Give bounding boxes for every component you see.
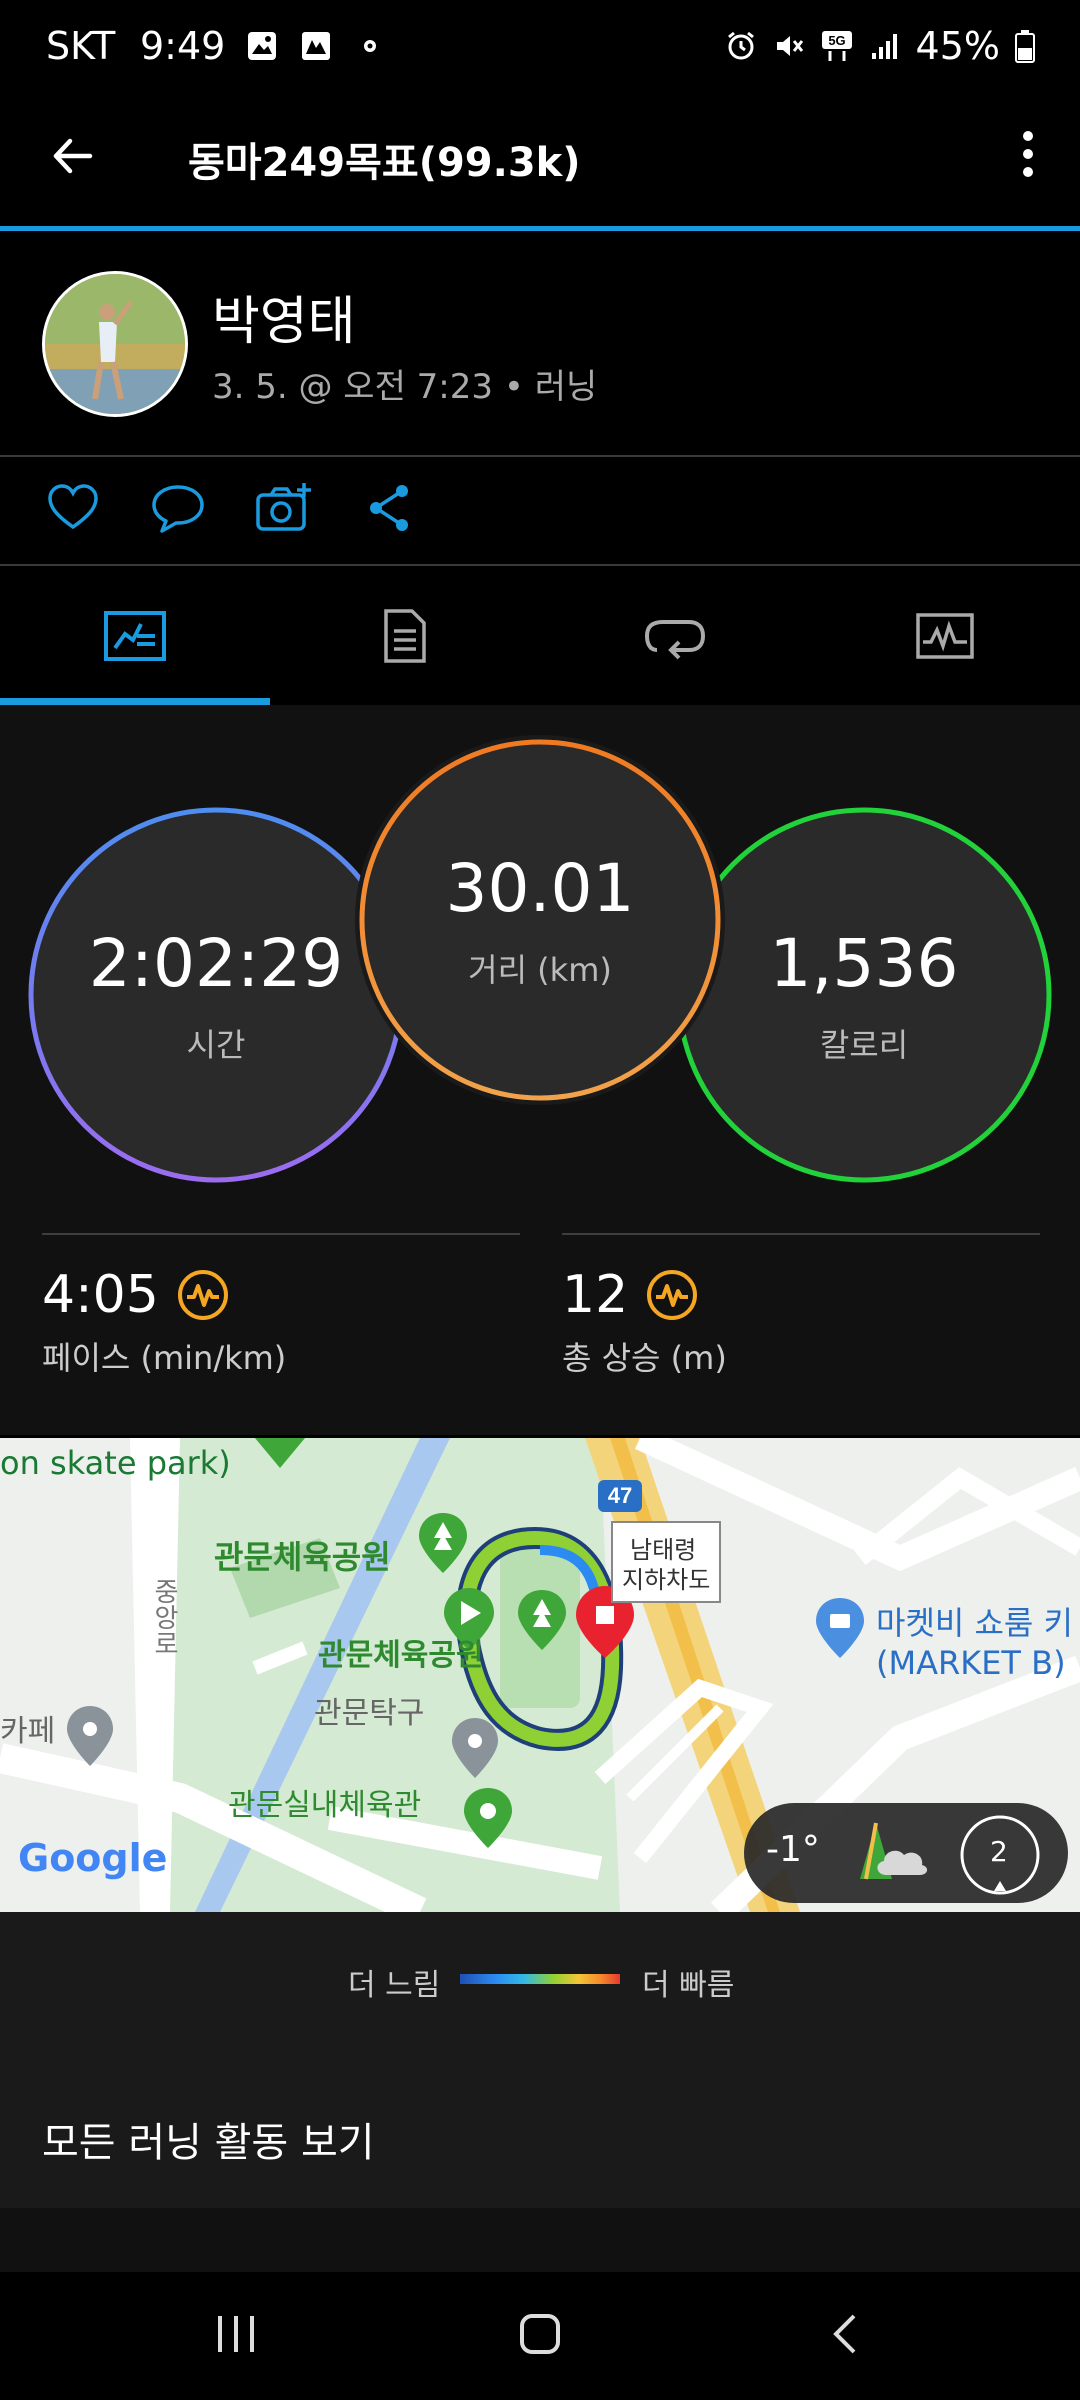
- calories-stat: 1,536 칼로리: [684, 815, 1044, 1175]
- elevation-value: 12: [562, 1265, 629, 1325]
- status-time: 9:49: [140, 24, 226, 68]
- home-icon[interactable]: [518, 2312, 562, 2356]
- map-label-skate: on skate park): [0, 1444, 231, 1482]
- stats-panel: 2:02:29 시간 1,536 칼로리 30.01 거리 (km) 4:05 …: [0, 705, 1080, 1435]
- map-label-road: 중앙로: [149, 1578, 179, 1656]
- calories-value: 1,536: [769, 924, 959, 1002]
- map-label-court: 관문탁구: [314, 1696, 425, 1731]
- weather-cloud-icon: [860, 1822, 928, 1880]
- legend-slow: 더 느림: [348, 1968, 441, 2003]
- pace-label: 페이스 (min/km): [42, 1339, 287, 1377]
- network-type-label: 5G: [828, 33, 845, 48]
- pace-legend: 더 느림 더 빠름: [0, 1912, 1080, 2042]
- tab-indicator: [0, 698, 270, 705]
- activity-subtitle: 3. 5. @ 오전 7:23 • 러닝: [212, 367, 598, 407]
- details-icon: [384, 609, 426, 663]
- weather-overlay[interactable]: -1° 2: [744, 1803, 1068, 1903]
- tab-laps[interactable]: [540, 567, 810, 705]
- status-right: 5G 45%: [724, 24, 1036, 68]
- comment-icon[interactable]: [150, 481, 206, 535]
- laps-icon: [644, 620, 706, 660]
- recent-apps-icon[interactable]: [214, 2312, 258, 2356]
- divider: [0, 564, 1080, 566]
- activity-notification-icon: [302, 32, 330, 60]
- distance-stat: 30.01 거리 (km): [362, 742, 718, 1098]
- stats-icon: [104, 611, 166, 661]
- wind-speed: 2: [990, 1835, 1008, 1868]
- view-all-runs-link[interactable]: 모든 러닝 활동 보기: [42, 2110, 375, 2168]
- distance-value: 30.01: [445, 849, 635, 927]
- gallery-icon: [248, 32, 276, 60]
- avatar[interactable]: [42, 271, 188, 417]
- network-5g-icon: 5G: [821, 31, 852, 61]
- tab-chart[interactable]: [810, 567, 1080, 705]
- status-bar: SKT 9:49 5G 45%: [0, 0, 1080, 96]
- divider: [42, 1233, 520, 1235]
- calories-label: 칼로리: [819, 1025, 909, 1064]
- page-title: 동마249목표(99.3k): [188, 140, 581, 186]
- carrier-label: SKT: [46, 24, 116, 68]
- like-icon[interactable]: [46, 481, 100, 535]
- legend-gradient-bar: [460, 1974, 620, 1984]
- map-label-park1: 관문체육공원: [214, 1538, 391, 1576]
- runner-photo-icon: [45, 274, 185, 414]
- map-label-gym: 관문실내체육관: [228, 1788, 422, 1823]
- back-arrow-icon[interactable]: [48, 132, 96, 180]
- share-icon[interactable]: [366, 481, 414, 535]
- chart-icon: [916, 613, 974, 659]
- elevation-label: 총 상승 (m): [562, 1339, 727, 1377]
- sync-icon: [364, 40, 376, 52]
- pace-value: 4:05: [42, 1265, 159, 1325]
- route-map[interactable]: 47 on skate park) 관문체육공원 관문체육공원 관문탁구 관문실…: [0, 1438, 1080, 1912]
- app-bar: 동마249목표(99.3k): [0, 96, 1080, 226]
- action-bar: [0, 457, 1080, 565]
- add-photo-icon[interactable]: [254, 481, 314, 535]
- back-icon[interactable]: [824, 2312, 868, 2356]
- view-all-runs-row[interactable]: 모든 러닝 활동 보기: [0, 2042, 1080, 2208]
- bottom-spacer: [0, 2208, 1080, 2272]
- tab-stats[interactable]: [0, 567, 270, 705]
- notification-icons: [246, 30, 386, 62]
- more-options-icon[interactable]: [1016, 126, 1040, 182]
- time-label: 시간: [186, 1025, 246, 1064]
- map-label-park2: 관문체육공원: [318, 1638, 484, 1673]
- alarm-icon: [727, 31, 754, 60]
- elevation-metric: 12 총 상승 (m): [562, 1265, 727, 1379]
- tab-details[interactable]: [270, 567, 540, 705]
- map-label-tunnel-2: 지하차도: [622, 1566, 711, 1594]
- battery-percent: 45%: [915, 24, 1000, 68]
- battery-icon: [1015, 30, 1035, 63]
- pace-metric: 4:05 페이스 (min/km): [42, 1265, 286, 1379]
- legend-fast: 더 빠름: [642, 1968, 735, 2003]
- divider: [562, 1233, 1040, 1235]
- user-name[interactable]: 박영태: [212, 279, 356, 354]
- map-label-market-1: 마켓비 쇼룸 키: [876, 1604, 1073, 1642]
- activity-header: 박영태 3. 5. @ 오전 7:23 • 러닝: [0, 231, 1080, 455]
- tab-bar: [0, 567, 1080, 705]
- google-logo: Google: [18, 1836, 168, 1880]
- weather-temp: -1°: [766, 1829, 820, 1870]
- signal-icon: [871, 34, 897, 59]
- map-label-cafe: 카페: [0, 1714, 56, 1749]
- elevation-badge-icon[interactable]: [646, 1269, 698, 1321]
- time-value: 2:02:29: [88, 924, 344, 1002]
- system-nav-bar: [0, 2272, 1080, 2400]
- route-number: 47: [608, 1483, 632, 1508]
- map-label-market-2: (MARKET B): [876, 1644, 1066, 1682]
- pace-badge-icon[interactable]: [177, 1269, 229, 1321]
- distance-label: 거리 (km): [468, 950, 612, 989]
- mute-icon: [776, 36, 803, 56]
- time-stat: 2:02:29 시간: [36, 815, 396, 1175]
